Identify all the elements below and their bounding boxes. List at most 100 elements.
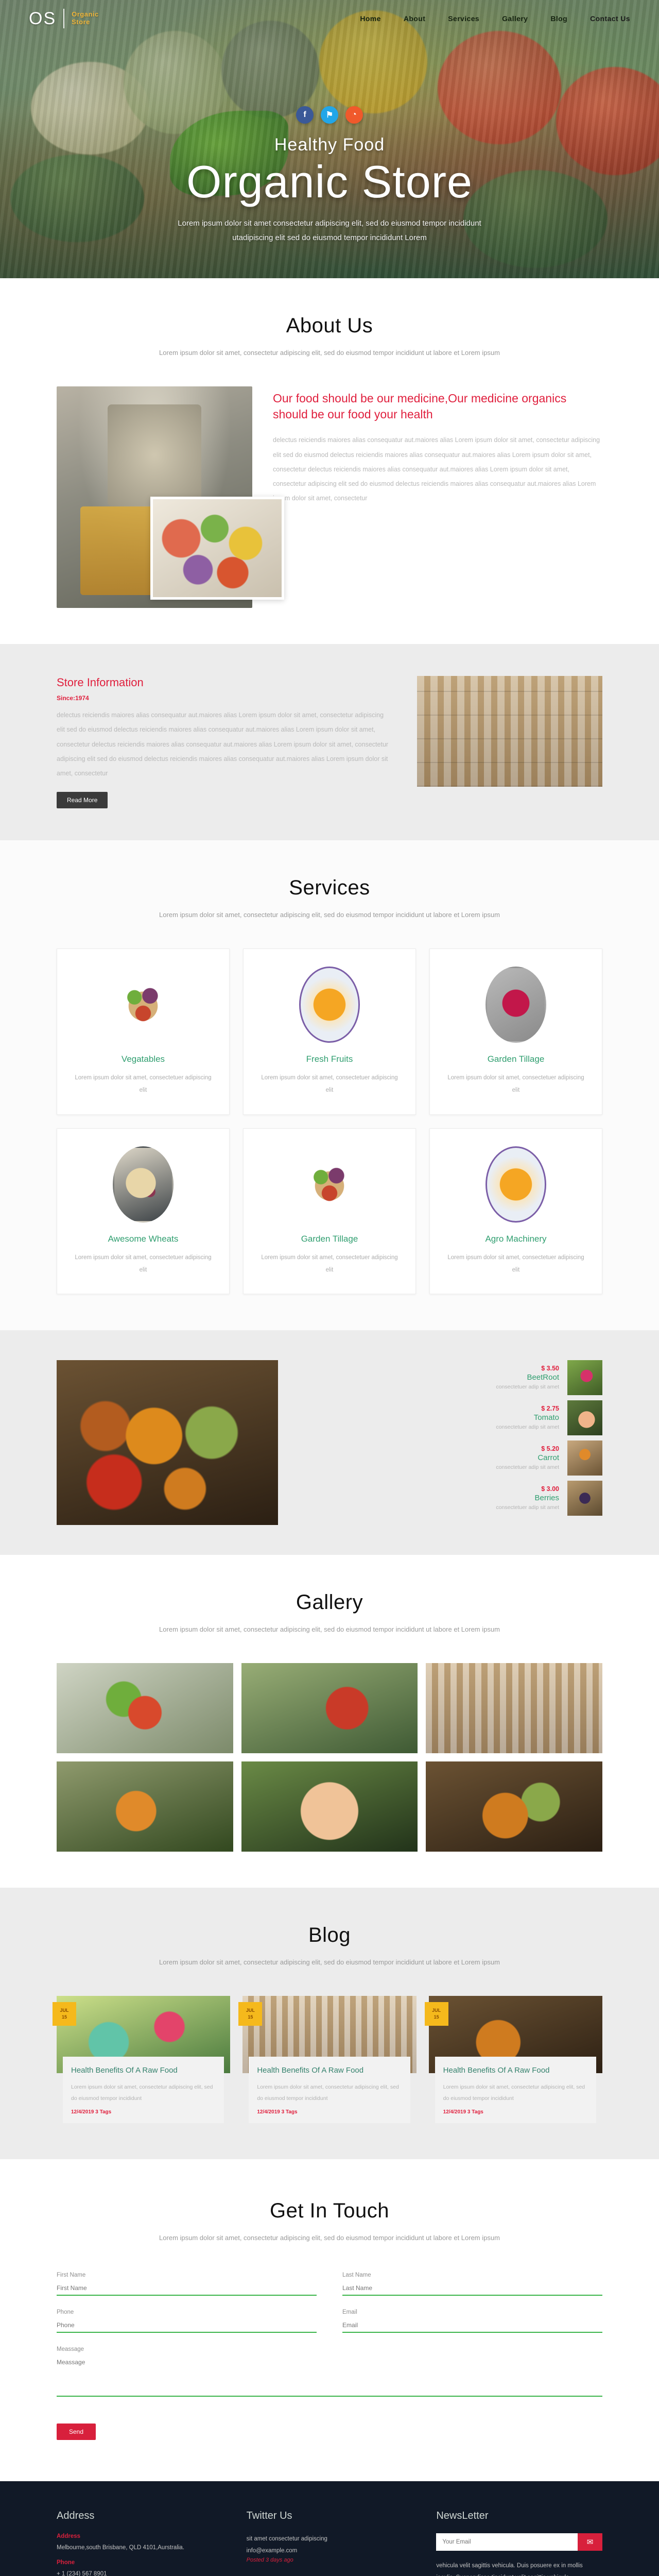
newsletter-email-input[interactable] xyxy=(436,2533,578,2551)
footer-address-value: Melbourne,south Brisbane, QLD 4101,Aurst… xyxy=(57,2544,185,2551)
send-button-group: Send xyxy=(57,2410,602,2440)
product-price: $ 3.00 xyxy=(541,1485,559,1493)
store-body: delectus reiciendis maiores alias conseq… xyxy=(57,711,389,777)
gallery-item[interactable] xyxy=(57,1663,233,1754)
hero-subtitle: Healthy Food xyxy=(274,135,385,155)
last-name-field-group: Last Name xyxy=(342,2272,602,2296)
service-card-desc: Lorem ipsum dolor sit amet, consectetuer… xyxy=(447,1254,584,1273)
contact-header: Get In Touch Lorem ipsum dolor sit amet,… xyxy=(57,2199,602,2245)
blog-header: Blog Lorem ipsum dolor sit amet, consect… xyxy=(57,1924,602,1969)
nav-item-gallery[interactable]: Gallery xyxy=(502,14,528,23)
gallery-item[interactable] xyxy=(426,1663,602,1754)
product-desc: consectetuer adip sit amet xyxy=(496,1424,559,1431)
envelope-icon[interactable]: ✉ xyxy=(577,2533,602,2551)
about-title: About Us xyxy=(286,314,373,337)
phone-input[interactable] xyxy=(57,2319,317,2333)
first-name-input[interactable] xyxy=(57,2282,317,2296)
about-section: About Us Lorem ipsum dolor sit amet, con… xyxy=(0,278,659,644)
about-subtitle: Lorem ipsum dolor sit amet, consectetur … xyxy=(159,349,500,357)
product-row[interactable]: $ 3.00 Berries consectetuer adip sit ame… xyxy=(299,1480,602,1516)
product-row[interactable]: $ 5.20 Carrot consectetuer adip sit amet xyxy=(299,1440,602,1476)
gallery-item[interactable] xyxy=(241,1761,418,1852)
gallery-grid xyxy=(57,1663,602,1852)
twitter-icon[interactable]: ⚑ xyxy=(321,106,338,124)
blog-date-day: 15 xyxy=(433,2014,439,2020)
blog-post-card[interactable]: JUL 15 Health Benefits Of A Raw Food Lor… xyxy=(53,1996,231,2124)
gallery-item[interactable] xyxy=(426,1761,602,1852)
blog-title: Blog xyxy=(308,1924,351,1947)
message-input[interactable] xyxy=(57,2356,602,2397)
service-card-desc: Lorem ipsum dolor sit amet, consectetuer… xyxy=(75,1254,212,1273)
newsletter-form: ✉ xyxy=(436,2533,602,2551)
product-row[interactable]: $ 3.50 BeetRoot consectetuer adip sit am… xyxy=(299,1360,602,1395)
footer-twitter-column: Twitter Us sit amet consectetur adipisci… xyxy=(247,2510,413,2576)
logo-initials: OS xyxy=(29,8,57,28)
blog-date-day: 15 xyxy=(61,2014,67,2020)
email-label: Email xyxy=(342,2309,357,2315)
product-thumbnail xyxy=(567,1360,602,1395)
blog-post-card[interactable]: JUL 15 Health Benefits Of A Raw Food Lor… xyxy=(238,1996,417,2124)
product-price: $ 5.20 xyxy=(541,1445,559,1453)
newsletter-text: vehicula velit sagittis vehicula. Duis p… xyxy=(436,2562,583,2576)
nav-item-home[interactable]: Home xyxy=(360,14,381,23)
contact-section: Get In Touch Lorem ipsum dolor sit amet,… xyxy=(0,2159,659,2481)
blog-date-month: JUL xyxy=(60,2007,69,2013)
nav-item-about[interactable]: About xyxy=(404,14,425,23)
phone-label: Phone xyxy=(57,2309,74,2315)
blog-post-meta: 12/4/2019 3 Tags xyxy=(443,2109,483,2115)
product-name: Berries xyxy=(534,1494,559,1503)
service-card[interactable]: Fresh Fruits Lorem ipsum dolor sit amet,… xyxy=(243,948,416,1115)
store-since: Since:1974 xyxy=(57,694,89,702)
facebook-icon[interactable]: f xyxy=(296,106,314,124)
product-desc: consectetuer adip sit amet xyxy=(496,1504,559,1511)
services-subtitle: Lorem ipsum dolor sit amet, consectetur … xyxy=(159,910,500,919)
service-card[interactable]: Agro Machinery Lorem ipsum dolor sit ame… xyxy=(429,1128,602,1294)
service-card[interactable]: Garden Tillage Lorem ipsum dolor sit ame… xyxy=(429,948,602,1115)
site-logo[interactable]: OS Organic Store xyxy=(29,9,99,29)
product-desc: consectetuer adip sit amet xyxy=(496,1464,559,1471)
service-card-title: Fresh Fruits xyxy=(306,1054,353,1064)
blog-post-excerpt: Lorem ipsum dolor sit amet, consectetur … xyxy=(257,2084,399,2102)
logo-line-1: Organic xyxy=(72,10,99,19)
footer-phone-label: Phone xyxy=(57,2560,75,2566)
blog-date-day: 15 xyxy=(248,2014,253,2020)
product-row[interactable]: $ 2.75 Tomato consectetuer adip sit amet xyxy=(299,1400,602,1435)
gallery-header: Gallery Lorem ipsum dolor sit amet, cons… xyxy=(57,1591,602,1636)
products-list: $ 3.50 BeetRoot consectetuer adip sit am… xyxy=(299,1360,602,1516)
blog-post-card[interactable]: JUL 15 Health Benefits Of A Raw Food Lor… xyxy=(424,1996,602,2124)
rss-icon[interactable]: ◔ xyxy=(345,106,363,124)
service-card-desc: Lorem ipsum dolor sit amet, consectetuer… xyxy=(261,1254,398,1273)
store-title: Store Information xyxy=(57,676,144,689)
nav-item-services[interactable]: Services xyxy=(448,14,479,23)
store-information-section: Store Information Since:1974 delectus re… xyxy=(0,644,659,840)
first-name-field-group: First Name xyxy=(57,2272,317,2296)
send-button[interactable]: Send xyxy=(57,2423,96,2440)
email-field-group: Email xyxy=(342,2309,602,2333)
about-overlay-image xyxy=(150,497,284,600)
blog-post-meta: 12/4/2019 3 Tags xyxy=(257,2109,298,2115)
service-card-title: Agro Machinery xyxy=(485,1233,547,1244)
message-label: Meassage xyxy=(57,2346,84,2352)
services-section: Services Lorem ipsum dolor sit amet, con… xyxy=(0,840,659,1330)
service-card[interactable]: Garden Tillage Lorem ipsum dolor sit ame… xyxy=(243,1128,416,1294)
gallery-item[interactable] xyxy=(57,1761,233,1852)
nav-item-blog[interactable]: Blog xyxy=(550,14,567,23)
email-input[interactable] xyxy=(342,2319,602,2333)
tweet-email[interactable]: info@example.com xyxy=(247,2545,413,2557)
read-more-button[interactable]: Read More xyxy=(57,791,108,808)
footer-address-label: Address xyxy=(57,2533,81,2539)
blog-section: Blog Lorem ipsum dolor sit amet, consect… xyxy=(0,1888,659,2160)
nav-item-contact-us[interactable]: Contact Us xyxy=(590,14,630,23)
products-section: $ 3.50 BeetRoot consectetuer adip sit am… xyxy=(0,1330,659,1555)
product-thumbnail xyxy=(567,1480,602,1516)
last-name-input[interactable] xyxy=(342,2282,602,2296)
blog-post-title: Health Benefits Of A Raw Food xyxy=(71,2066,178,2075)
tweet-text: sit amet consectetur adipiscing xyxy=(247,2573,413,2576)
service-card[interactable]: Vegatables Lorem ipsum dolor sit amet, c… xyxy=(57,948,230,1115)
blog-date-month: JUL xyxy=(246,2007,255,2013)
site-footer: Address Address Melbourne,south Brisbane… xyxy=(0,2481,659,2576)
gallery-item[interactable] xyxy=(241,1663,418,1754)
hero-section: OS Organic Store Home About Services Gal… xyxy=(0,0,659,278)
nav-menu: Home About Services Gallery Blog Contact… xyxy=(360,14,630,23)
service-card[interactable]: Awesome Wheats Lorem ipsum dolor sit ame… xyxy=(57,1128,230,1294)
